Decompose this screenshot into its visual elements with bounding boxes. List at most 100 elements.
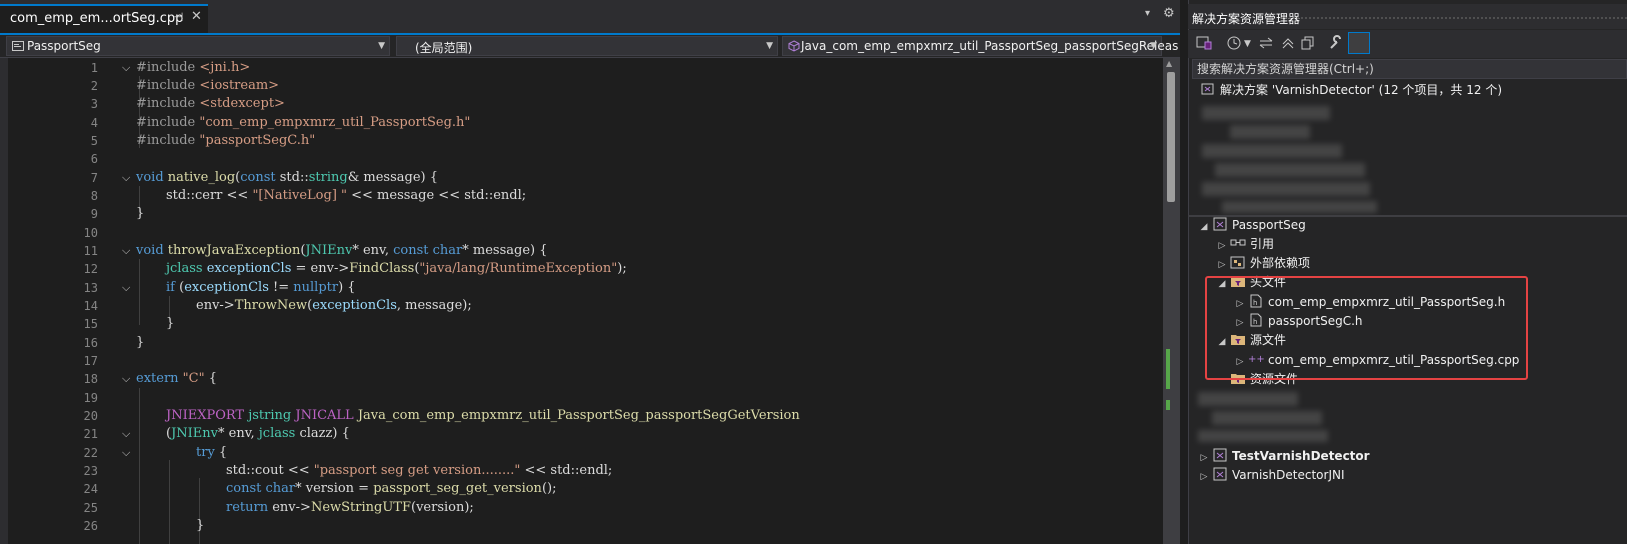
preview-toggle-active[interactable] [1348, 32, 1370, 54]
code-line: const char* version = passport_seg_get_v… [226, 481, 557, 496]
code-line: (JNIEnv* env, jclass clazz) { [166, 426, 350, 441]
line-number: 20 [83, 409, 98, 423]
line-number: 2 [90, 79, 98, 93]
line-number: 17 [83, 354, 98, 368]
cpp-project-icon [1213, 448, 1227, 462]
chevron-down-icon: ▼ [378, 41, 385, 51]
code-line: if (exceptionCls != nullptr) { [166, 280, 356, 295]
code-line: #include "passportSegC.h" [136, 133, 316, 148]
blurred-content [1202, 106, 1330, 120]
pin-icon[interactable]: ⊣ [173, 10, 183, 24]
fold-chevron-icon[interactable]: ⌵ [122, 279, 130, 297]
project-dropdown-label: PassportSeg [27, 39, 101, 53]
tree-item-test-project[interactable]: ▷ TestVarnishDetector [1196, 447, 1370, 466]
history-icon[interactable] [1226, 35, 1242, 51]
line-number: 10 [83, 226, 98, 240]
code-line: void throwJavaException(JNIEnv* env, con… [136, 243, 548, 258]
chevron-down-icon[interactable]: ▼ [1244, 39, 1251, 49]
vs-switch-icon[interactable] [1196, 35, 1212, 51]
cpp-project-icon [12, 41, 24, 51]
line-number: 25 [83, 501, 98, 515]
gear-icon[interactable]: ⚙ [1163, 6, 1175, 21]
blurred-content [1198, 430, 1328, 442]
tree-item-references[interactable]: ▷ 引用 [1214, 235, 1274, 254]
drag-grip[interactable] [1280, 16, 1627, 20]
line-number: 1 [90, 61, 98, 75]
expanded-triangle-icon[interactable]: ◢ [1196, 218, 1212, 237]
scrollbar-thumb[interactable] [1167, 72, 1175, 202]
collapsed-triangle-icon[interactable]: ▷ [1196, 468, 1212, 487]
tree-item-label: 解决方案 'VarnishDetector' (12 个项目，共 12 个) [1220, 83, 1503, 97]
sync-icon[interactable] [1258, 35, 1274, 51]
indent-guide [139, 259, 140, 325]
change-marker [1166, 349, 1170, 389]
editor-margin [0, 58, 8, 544]
line-number: 19 [83, 391, 98, 405]
indent-guide [169, 460, 170, 544]
scope-dropdown[interactable]: (全局范围) ▼ [396, 36, 778, 56]
line-number: 21 [83, 427, 98, 441]
blurred-content [1202, 182, 1370, 196]
tab-passportseg-cpp[interactable]: com_emp_em...ortSeg.cpp ⊣ ✕ [0, 4, 208, 33]
method-cube-icon [788, 40, 800, 52]
tree-item-passportseg[interactable]: ◢ PassportSeg [1196, 216, 1306, 235]
code-line: env->ThrowNew(exceptionCls, message); [196, 298, 472, 313]
line-number-gutter: 1 2 3 4 5 6 7 8 9 10 11 12 13 14 15 16 1… [8, 58, 131, 544]
code-line: } [136, 335, 145, 350]
line-number: 11 [83, 244, 98, 258]
code-line: extern "C" { [136, 371, 217, 386]
collapse-icon[interactable] [1280, 35, 1296, 51]
line-number: 18 [83, 372, 98, 386]
solution-icon [1201, 83, 1214, 95]
tab-list-dropdown-icon[interactable]: ▾ [1145, 8, 1150, 19]
code-area[interactable]: #include <jni.h> #include <iostream> #in… [136, 58, 1156, 544]
fold-chevron-icon[interactable]: ⌵ [122, 370, 130, 388]
fold-chevron-icon[interactable]: ⌵ [122, 169, 130, 187]
code-line: JNIEXPORT jstring JNICALL Java_com_emp_e… [166, 408, 800, 423]
tree-item-external-deps[interactable]: ▷ 外部依赖项 [1214, 254, 1310, 273]
fold-chevron-icon[interactable]: ⌵ [122, 242, 130, 260]
code-line: jclass exceptionCls = env->FindClass("ja… [166, 261, 627, 276]
line-number: 6 [90, 152, 98, 166]
navigation-bar: PassportSeg ▼ (全局范围) ▼ Java_com_emp_empx… [0, 35, 1180, 58]
line-number: 3 [90, 97, 98, 111]
code-line: #include <iostream> [136, 78, 280, 93]
line-number: 4 [90, 116, 98, 130]
close-icon[interactable]: ✕ [191, 9, 202, 24]
line-number: 14 [83, 299, 98, 313]
highlight-box [1205, 276, 1528, 380]
blurred-content [1230, 125, 1310, 139]
tab-title: com_emp_em...ortSeg.cpp [10, 11, 184, 26]
fold-chevron-icon[interactable]: ⌵ [122, 425, 130, 443]
code-line: try { [196, 445, 228, 460]
blurred-content [1215, 163, 1365, 177]
code-line: std::cerr << "[NativeLog] " << message <… [166, 188, 527, 203]
line-number: 5 [90, 134, 98, 148]
tree-item-label: 外部依赖项 [1250, 256, 1311, 270]
code-line: #include "com_emp_empxmrz_util_PassportS… [136, 115, 471, 130]
line-number: 13 [83, 281, 98, 295]
line-number: 24 [83, 482, 98, 496]
blurred-content [1202, 144, 1342, 158]
line-number: 16 [83, 336, 98, 350]
wrench-icon[interactable] [1328, 35, 1344, 51]
indent-guide [139, 388, 140, 544]
fold-chevron-icon[interactable]: ⌵ [122, 59, 130, 77]
references-icon [1230, 239, 1246, 246]
scroll-up-arrow-icon[interactable]: ▲ [1166, 59, 1172, 68]
tree-item-label: VarnishDetectorJNI [1232, 468, 1345, 482]
project-dropdown[interactable]: PassportSeg ▼ [6, 36, 390, 56]
copy-icon[interactable] [1300, 35, 1316, 51]
solution-explorer-toolbar: ▼ [1188, 30, 1627, 58]
solution-search-box[interactable] [1192, 59, 1627, 79]
chevron-down-icon: ▼ [766, 41, 773, 51]
tree-item-solution[interactable]: 解决方案 'VarnishDetector' (12 个项目，共 12 个) [1200, 81, 1502, 100]
code-line: std::cout << "passport seg get version..… [226, 463, 613, 478]
tree-item-jni-project[interactable]: ▷ VarnishDetectorJNI [1196, 466, 1345, 485]
fold-chevron-icon[interactable]: ⌵ [122, 444, 130, 462]
change-marker [1166, 400, 1170, 410]
member-dropdown[interactable]: Java_com_emp_empxmrz_util_PassportSeg_pa… [782, 36, 1178, 56]
solution-search-input[interactable] [1195, 61, 1617, 77]
blurred-content [1198, 392, 1298, 406]
tree-item-label: TestVarnishDetector [1232, 449, 1370, 463]
